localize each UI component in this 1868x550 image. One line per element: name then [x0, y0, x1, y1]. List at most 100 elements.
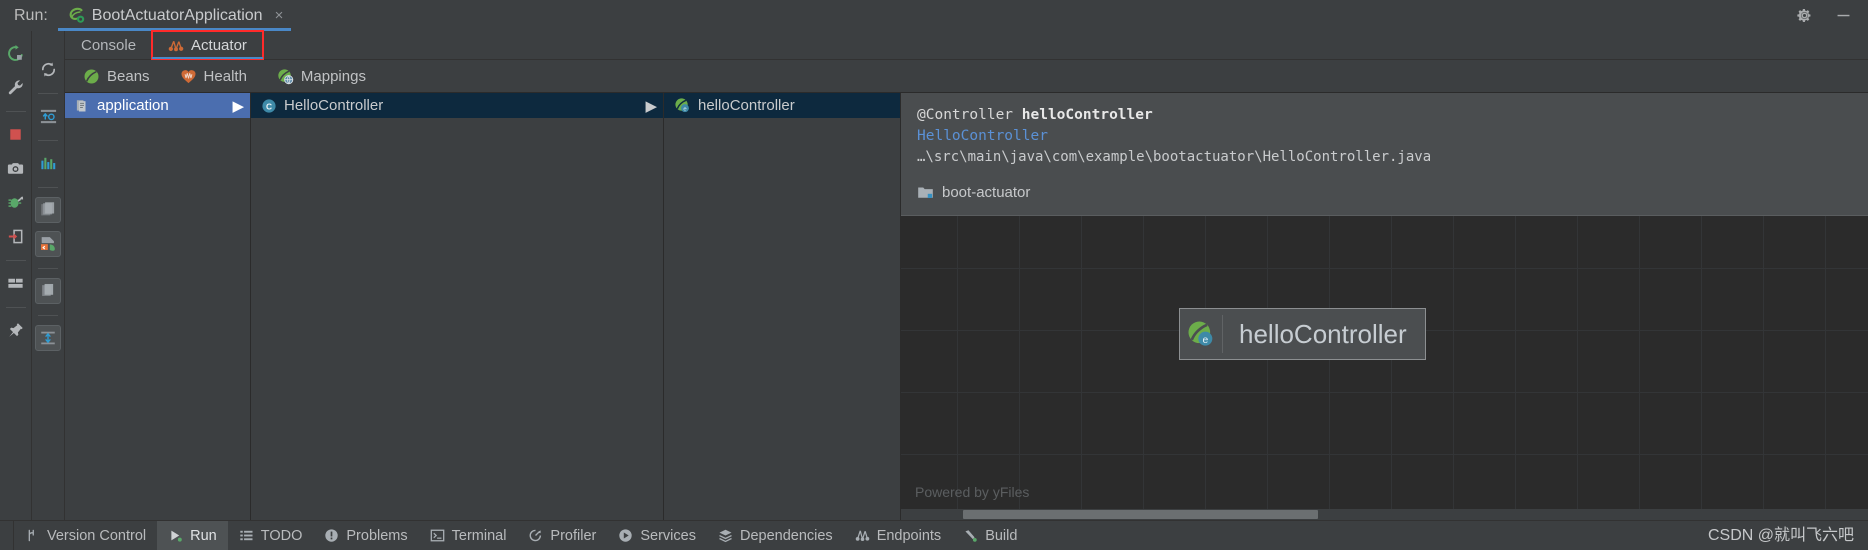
status-bar-label-terminal: Terminal — [451, 527, 507, 544]
stop-icon[interactable] — [3, 121, 29, 147]
run-actions-toolbar — [0, 31, 32, 520]
beans-icon — [83, 68, 100, 85]
status-bar-item-services[interactable]: Services — [607, 521, 707, 550]
soft-wrap-icon[interactable] — [35, 103, 61, 129]
application-column: application ▶ — [65, 93, 251, 520]
wrench-icon[interactable] — [3, 74, 29, 100]
status-bar-label-build: Build — [985, 527, 1018, 544]
module-label: boot-actuator — [942, 184, 1031, 201]
run-play-icon — [168, 528, 183, 543]
tab-console[interactable]: Console — [65, 31, 152, 59]
intellij-run-tool-window: Run: BootActuatorApplication × Console A… — [0, 0, 1868, 550]
endpoint-beans[interactable]: Beans — [83, 68, 150, 85]
bean-detail-pane: @Controller helloController HelloControl… — [901, 93, 1868, 520]
horizontal-scrollbar[interactable] — [901, 509, 1868, 520]
graph-node-hello-controller[interactable]: e helloController — [1179, 308, 1426, 360]
status-bar-item-version-control[interactable]: Version Control — [14, 521, 157, 550]
layout-icon[interactable] — [3, 270, 29, 296]
exit-icon[interactable] — [3, 223, 29, 249]
hello-controller-label: HelloController — [284, 97, 384, 114]
status-bar-item-profiler[interactable]: Profiler — [517, 521, 607, 550]
module-folder-icon — [917, 185, 934, 200]
refresh-icon[interactable] — [35, 56, 61, 82]
status-bar-label-todo: TODO — [260, 527, 303, 544]
bean-column: e helloController — [664, 93, 901, 520]
status-bar-item-endpoints[interactable]: Endpoints — [844, 521, 953, 550]
tab-actuator-underline — [152, 57, 263, 59]
toolbar-b-divider — [38, 93, 58, 94]
list-item-hello-controller[interactable]: C HelloController ▶ — [251, 93, 663, 118]
bean-icon: e — [1180, 315, 1223, 353]
build-hammer-icon — [963, 528, 978, 543]
yfiles-watermark: Powered by yFiles — [915, 484, 1030, 500]
graph-node-label: helloController — [1239, 319, 1407, 349]
profiler-icon — [528, 528, 543, 543]
expand-icon[interactable] — [35, 325, 61, 351]
tab-actuator[interactable]: Actuator — [151, 30, 264, 60]
endpoint-beans-label: Beans — [107, 67, 150, 85]
status-bar-item-build[interactable]: Build — [952, 521, 1028, 550]
status-bar-label-run: Run — [190, 527, 217, 544]
chevron-right-icon: ▶ — [645, 97, 657, 115]
bean-annotation: @Controller — [917, 107, 1022, 123]
status-bar-item-todo[interactable]: TODO — [228, 521, 314, 550]
status-bar-item-run[interactable]: Run — [157, 521, 228, 550]
close-icon[interactable]: × — [275, 8, 284, 23]
toolbar-divider-3 — [5, 307, 26, 308]
todo-list-icon — [239, 528, 254, 543]
toolbar-divider — [5, 111, 26, 112]
spring-boot-icon — [68, 7, 85, 24]
svg-text:e: e — [683, 107, 686, 113]
scroll-end-icon[interactable] — [35, 231, 61, 257]
bean-module-section: boot-actuator — [901, 168, 1868, 216]
health-heart-icon — [180, 68, 197, 85]
header-actions — [1796, 0, 1868, 31]
status-bar-item-problems[interactable]: Problems — [313, 521, 418, 550]
endpoint-mappings[interactable]: Mappings — [277, 68, 366, 85]
csdn-watermark: CSDN @就叫飞六吧 — [1707, 527, 1854, 544]
copy-icon[interactable] — [35, 197, 61, 223]
bean-annotation-line: @Controller helloController — [917, 105, 1868, 126]
bean-detail-header: @Controller helloController HelloControl… — [901, 93, 1868, 168]
bean-file-path: …\src\main\java\com\example\bootactuator… — [917, 149, 1432, 165]
status-bar-item-terminal[interactable]: Terminal — [419, 521, 518, 550]
status-bar-item-dependencies[interactable]: Dependencies — [707, 521, 844, 550]
run-tab-title: BootActuatorApplication — [91, 6, 263, 24]
print-icon[interactable] — [35, 278, 61, 304]
toolbar-b-divider-2 — [38, 140, 58, 141]
gear-icon[interactable] — [1796, 7, 1813, 24]
list-item-hello-controller-bean[interactable]: e helloController — [664, 93, 900, 118]
run-label: Run: — [14, 7, 48, 24]
status-bar-label-profiler: Profiler — [550, 527, 597, 544]
mappings-icon — [277, 68, 294, 85]
camera-icon[interactable] — [3, 155, 29, 181]
console-actuator-tabs: Console Actuator — [65, 30, 1868, 60]
module-row[interactable]: boot-actuator — [917, 184, 1868, 201]
endpoints-icon — [855, 528, 870, 543]
dependencies-icon — [718, 528, 733, 543]
debug-attach-icon[interactable] — [3, 189, 29, 215]
toolbar-b-divider-3 — [38, 187, 58, 188]
branch-icon — [25, 528, 40, 543]
svg-text:C: C — [266, 101, 272, 111]
rerun-icon[interactable] — [3, 40, 29, 66]
toolbar-divider-2 — [5, 260, 26, 261]
minimize-icon[interactable] — [1835, 7, 1852, 24]
problems-icon — [324, 528, 339, 543]
pin-icon[interactable] — [3, 317, 29, 343]
run-configuration-tab[interactable]: BootActuatorApplication × — [57, 0, 292, 31]
bean-graph[interactable]: e helloController Powered by yFiles — [901, 216, 1868, 520]
status-bar-label-problems: Problems — [346, 527, 408, 544]
chart-bars-icon[interactable] — [35, 150, 61, 176]
status-bar: Version Control Run TODO Problems Termin… — [0, 520, 1868, 550]
bean-icon: e — [674, 97, 691, 114]
endpoint-health-label: Health — [203, 67, 247, 85]
actuator-content: Console Actuator Beans Health Mappings a… — [65, 30, 1868, 520]
terminal-icon — [430, 528, 445, 543]
endpoint-bar: Beans Health Mappings — [65, 59, 1868, 92]
horizontal-scrollbar-thumb[interactable] — [963, 510, 1318, 519]
application-icon — [75, 98, 90, 113]
endpoint-health[interactable]: Health — [180, 68, 247, 85]
bean-type-link[interactable]: HelloController — [917, 126, 1868, 147]
list-item-application[interactable]: application ▶ — [65, 93, 250, 118]
